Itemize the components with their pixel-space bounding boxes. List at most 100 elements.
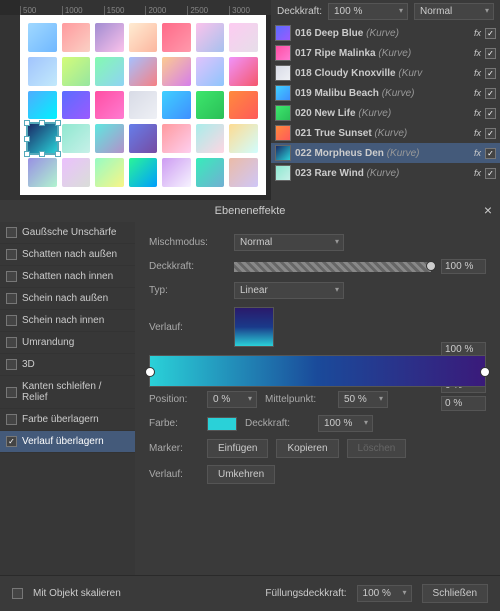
close-button[interactable]: Schließen <box>422 584 488 603</box>
blendmode-select[interactable]: Normal <box>234 234 344 251</box>
fx-icon[interactable]: fx <box>474 108 481 118</box>
swatch[interactable] <box>95 23 124 52</box>
swatch[interactable] <box>229 23 258 52</box>
fx-icon[interactable]: fx <box>474 168 481 178</box>
type-select[interactable]: Linear <box>234 282 344 299</box>
effect-checkbox[interactable] <box>6 387 17 398</box>
swatch[interactable] <box>129 124 158 153</box>
opacity-slider[interactable] <box>234 262 431 272</box>
canvas-content[interactable] <box>20 15 266 195</box>
effect-item[interactable]: Schein nach außen <box>0 288 135 310</box>
insert-button[interactable]: Einfügen <box>207 439 268 458</box>
visibility-checkbox[interactable] <box>485 88 496 99</box>
effect-item[interactable]: Farbe überlagern <box>0 409 135 431</box>
visibility-checkbox[interactable] <box>485 28 496 39</box>
swatch[interactable] <box>129 57 158 86</box>
visibility-checkbox[interactable] <box>485 48 496 59</box>
swatch[interactable] <box>196 158 225 187</box>
swatch[interactable] <box>62 158 91 187</box>
visibility-checkbox[interactable] <box>485 108 496 119</box>
swatch[interactable] <box>162 23 191 52</box>
swatch[interactable] <box>229 57 258 86</box>
side-value-input[interactable] <box>441 396 486 411</box>
inner-opacity-input[interactable]: 100 % <box>318 415 373 432</box>
swatch[interactable] <box>28 23 57 52</box>
gradient-preview[interactable] <box>234 307 274 347</box>
visibility-checkbox[interactable] <box>485 148 496 159</box>
effect-item[interactable]: Schatten nach außen <box>0 244 135 266</box>
layer-row[interactable]: 023 Rare Wind (Kurve) fx <box>271 163 500 183</box>
swatch[interactable] <box>196 91 225 120</box>
swatch[interactable] <box>62 57 91 86</box>
swatch[interactable] <box>162 57 191 86</box>
swatch[interactable] <box>129 91 158 120</box>
effect-checkbox[interactable] <box>6 227 17 238</box>
swatch[interactable] <box>162 158 191 187</box>
opacity-input[interactable] <box>441 259 486 274</box>
color-chip[interactable] <box>207 417 237 431</box>
fx-icon[interactable]: fx <box>474 48 481 58</box>
layer-row[interactable]: 019 Malibu Beach (Kurve) fx <box>271 83 500 103</box>
gradient-stop-end[interactable] <box>480 367 490 377</box>
layer-row[interactable]: 021 True Sunset (Kurve) fx <box>271 123 500 143</box>
visibility-checkbox[interactable] <box>485 168 496 179</box>
swatch[interactable] <box>196 124 225 153</box>
swatch[interactable] <box>62 91 91 120</box>
layer-row[interactable]: 018 Cloudy Knoxville (Kurv fx <box>271 63 500 83</box>
swatch[interactable] <box>95 91 124 120</box>
layer-row[interactable]: 017 Ripe Malinka (Kurve) fx <box>271 43 500 63</box>
swatch[interactable] <box>162 91 191 120</box>
effect-item[interactable]: Umrandung <box>0 332 135 354</box>
swatch[interactable] <box>95 124 124 153</box>
swatch[interactable] <box>95 57 124 86</box>
fx-icon[interactable]: fx <box>474 68 481 78</box>
visibility-checkbox[interactable] <box>485 68 496 79</box>
swatch[interactable] <box>62 23 91 52</box>
effect-checkbox[interactable] <box>6 359 17 370</box>
layer-row[interactable]: 020 New Life (Kurve) fx <box>271 103 500 123</box>
delete-button[interactable]: Löschen <box>347 439 407 458</box>
swatch[interactable] <box>196 57 225 86</box>
swatch[interactable] <box>28 57 57 86</box>
midpoint-input[interactable]: 50 % <box>338 391 388 408</box>
fx-icon[interactable]: fx <box>474 128 481 138</box>
effect-item[interactable]: Gaußsche Unschärfe <box>0 222 135 244</box>
swatch[interactable] <box>162 124 191 153</box>
swatch[interactable] <box>28 91 57 120</box>
opacity-dropdown[interactable]: 100 % <box>328 3 408 20</box>
swatch[interactable] <box>28 124 57 153</box>
fx-icon[interactable]: fx <box>474 28 481 38</box>
effect-item[interactable]: 3D <box>0 354 135 376</box>
fx-icon[interactable]: fx <box>474 148 481 158</box>
swatch[interactable] <box>229 124 258 153</box>
reverse-button[interactable]: Umkehren <box>207 465 275 484</box>
canvas-preview[interactable]: 50010001500200025003000 <box>0 0 271 200</box>
layer-row[interactable]: 016 Deep Blue (Kurve) fx <box>271 23 500 43</box>
effect-checkbox[interactable] <box>6 271 17 282</box>
gradient-stop-start[interactable] <box>145 367 155 377</box>
copy-button[interactable]: Kopieren <box>276 439 338 458</box>
swatch[interactable] <box>229 158 258 187</box>
position-input[interactable]: 0 % <box>207 391 257 408</box>
gradient-editor-bar[interactable] <box>149 355 486 387</box>
swatch[interactable] <box>62 124 91 153</box>
effect-item[interactable]: Verlauf überlagern <box>0 431 135 453</box>
effect-checkbox[interactable] <box>6 315 17 326</box>
effect-item[interactable]: Schein nach innen <box>0 310 135 332</box>
swatch[interactable] <box>129 23 158 52</box>
effect-checkbox[interactable] <box>6 293 17 304</box>
swatch[interactable] <box>196 23 225 52</box>
fx-icon[interactable]: fx <box>474 88 481 98</box>
close-icon[interactable]: × <box>484 202 492 218</box>
effect-checkbox[interactable] <box>6 414 17 425</box>
swatch[interactable] <box>95 158 124 187</box>
layer-row[interactable]: 022 Morpheus Den (Kurve) fx <box>271 143 500 163</box>
scale-checkbox[interactable] <box>12 588 23 599</box>
effect-checkbox[interactable] <box>6 436 17 447</box>
fill-opacity-input[interactable]: 100 % <box>357 585 412 602</box>
swatch[interactable] <box>229 91 258 120</box>
effect-item[interactable]: Kanten schleifen / Relief <box>0 376 135 409</box>
effect-item[interactable]: Schatten nach innen <box>0 266 135 288</box>
swatch[interactable] <box>129 158 158 187</box>
blendmode-dropdown[interactable]: Normal <box>414 3 494 20</box>
